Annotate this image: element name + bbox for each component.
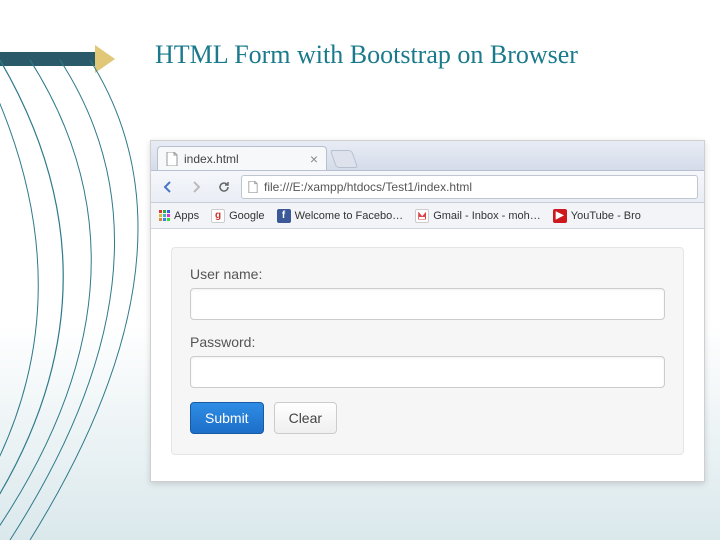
google-icon: g [211,209,225,223]
browser-toolbar: file:///E:/xampp/htdocs/Test1/index.html [151,171,704,203]
tab-title: index.html [184,152,304,166]
username-input[interactable] [190,288,665,320]
arrow-left-icon [161,180,175,194]
button-row: Submit Clear [190,402,665,434]
gmail-icon [415,209,429,223]
back-button[interactable] [157,176,179,198]
bookmark-youtube[interactable]: ▶ YouTube - Bro [553,209,641,223]
reload-button[interactable] [213,176,235,198]
reload-icon [217,180,231,194]
bookmark-label: Welcome to Facebo… [295,210,404,222]
slide-accent-bar [0,52,95,66]
file-icon [166,152,178,166]
close-icon[interactable]: × [310,151,318,167]
submit-button[interactable]: Submit [190,402,264,434]
bookmarks-bar: Apps g Google f Welcome to Facebo… Gmail… [151,203,704,229]
form-card: User name: Password: Submit Clear [171,247,684,455]
apps-icon [159,210,170,221]
browser-tab[interactable]: index.html × [157,146,327,170]
youtube-icon: ▶ [553,209,567,223]
bookmark-label: Apps [174,210,199,222]
url-text: file:///E:/xampp/htdocs/Test1/index.html [264,180,472,194]
slide-accent-arrow [95,45,115,73]
facebook-icon: f [277,209,291,223]
forward-button[interactable] [185,176,207,198]
new-tab-button[interactable] [330,150,359,168]
username-label: User name: [190,266,665,282]
address-bar[interactable]: file:///E:/xampp/htdocs/Test1/index.html [241,175,698,199]
password-label: Password: [190,334,665,350]
tab-strip: index.html × [151,141,704,171]
bookmark-gmail[interactable]: Gmail - Inbox - moh… [415,209,541,223]
clear-button[interactable]: Clear [274,402,337,434]
bookmark-google[interactable]: g Google [211,209,264,223]
slide-title: HTML Form with Bootstrap on Browser [155,40,578,70]
bookmark-apps[interactable]: Apps [159,210,199,222]
bookmark-label: YouTube - Bro [571,210,641,222]
page-content: User name: Password: Submit Clear [151,229,704,481]
bookmark-facebook[interactable]: f Welcome to Facebo… [277,209,404,223]
password-input[interactable] [190,356,665,388]
arrow-right-icon [189,180,203,194]
browser-window: index.html × file:///E:/xampp/htdocs/Tes… [150,140,705,482]
file-icon [248,181,258,193]
bookmark-label: Gmail - Inbox - moh… [433,210,541,222]
bookmark-label: Google [229,210,264,222]
